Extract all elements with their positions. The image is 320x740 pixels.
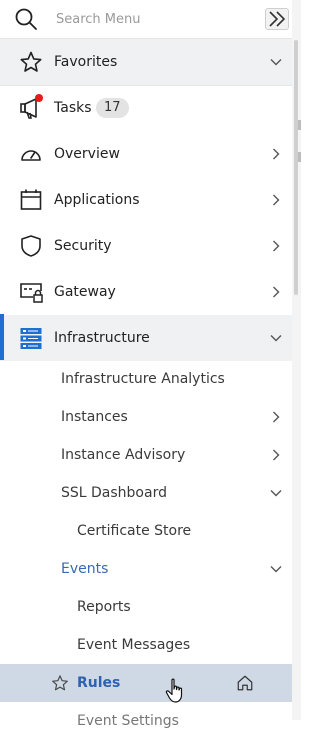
menu-item-overview[interactable]: Overview bbox=[0, 131, 292, 177]
menu-item-label: Gateway bbox=[54, 284, 116, 300]
chevron-right-icon[interactable] bbox=[269, 410, 283, 424]
submenu-item-reports[interactable]: Reports bbox=[0, 588, 292, 626]
menu-item-security[interactable]: Security bbox=[0, 223, 292, 269]
search-icon[interactable] bbox=[14, 7, 38, 31]
double-chevron-right-icon bbox=[269, 11, 286, 27]
submenu-item-event-settings[interactable]: Event Settings bbox=[0, 702, 292, 740]
submenu-item-label: Rules bbox=[77, 675, 121, 691]
scrollbar-thumb[interactable] bbox=[294, 40, 298, 295]
chevron-down-icon[interactable] bbox=[269, 331, 283, 345]
chevron-down-icon[interactable] bbox=[269, 562, 283, 576]
chevron-right-icon[interactable] bbox=[269, 448, 283, 462]
chevron-right-icon[interactable] bbox=[269, 239, 283, 253]
menu-item-label: Applications bbox=[54, 192, 140, 208]
active-indicator bbox=[0, 314, 4, 360]
submenu-item-events[interactable]: Events bbox=[0, 550, 292, 588]
side-menu-panel: Favorites Tasks 17 Overview bbox=[0, 0, 292, 729]
collapse-menu-button[interactable] bbox=[265, 8, 289, 30]
submenu-item-instances[interactable]: Instances bbox=[0, 398, 292, 436]
submenu-item-event-messages[interactable]: Event Messages bbox=[0, 626, 292, 664]
submenu-item-label: Event Messages bbox=[77, 637, 191, 653]
search-input[interactable] bbox=[56, 9, 246, 29]
star-icon bbox=[20, 51, 42, 72]
menu-item-label: Favorites bbox=[54, 54, 118, 70]
chevron-down-icon[interactable] bbox=[269, 55, 283, 69]
submenu-item-label: Certificate Store bbox=[77, 523, 192, 539]
submenu-item-label: Events bbox=[61, 561, 109, 577]
hand-cursor-icon bbox=[165, 678, 183, 703]
background-content bbox=[298, 120, 301, 130]
submenu-item-label: Instance Advisory bbox=[61, 447, 186, 463]
menu-item-label: Infrastructure bbox=[54, 330, 150, 346]
menu-item-label: Overview bbox=[54, 146, 120, 162]
server-stack-icon bbox=[20, 328, 42, 349]
background-content bbox=[298, 152, 301, 162]
menu-item-gateway[interactable]: Gateway bbox=[0, 269, 292, 315]
notification-dot bbox=[35, 94, 43, 102]
submenu-item-rules[interactable]: Rules bbox=[0, 664, 292, 702]
submenu-item-instance-advisory[interactable]: Instance Advisory bbox=[0, 436, 292, 474]
search-bar bbox=[0, 0, 292, 38]
shield-icon bbox=[21, 235, 41, 257]
menu-item-favorites[interactable]: Favorites bbox=[0, 39, 292, 85]
chevron-down-icon[interactable] bbox=[269, 486, 283, 500]
submenu-item-ssl-dashboard[interactable]: SSL Dashboard bbox=[0, 474, 292, 512]
megaphone-icon bbox=[20, 94, 43, 119]
gauge-icon bbox=[21, 150, 41, 161]
menu-item-applications[interactable]: Applications bbox=[0, 177, 292, 223]
menu-item-label: Security bbox=[54, 238, 112, 254]
submenu-item-label: Event Settings bbox=[77, 713, 179, 729]
submenu-item-infrastructure-analytics[interactable]: Infrastructure Analytics bbox=[0, 360, 292, 398]
submenu-item-certificate-store[interactable]: Certificate Store bbox=[0, 512, 292, 550]
calendar-window-icon bbox=[20, 189, 42, 210]
menu-item-label: Tasks bbox=[54, 100, 92, 116]
tasks-count-badge: 17 bbox=[96, 98, 129, 118]
submenu-item-label: Infrastructure Analytics bbox=[61, 371, 225, 387]
menu-item-infrastructure[interactable]: Infrastructure bbox=[0, 315, 292, 361]
submenu-item-label: SSL Dashboard bbox=[61, 485, 167, 501]
chevron-right-icon[interactable] bbox=[269, 285, 283, 299]
home-icon[interactable] bbox=[236, 674, 254, 692]
submenu-item-label: Reports bbox=[77, 599, 131, 615]
chevron-right-icon[interactable] bbox=[269, 193, 283, 207]
submenu-item-label: Instances bbox=[61, 409, 128, 425]
star-icon[interactable] bbox=[51, 674, 69, 692]
gateway-lock-icon bbox=[20, 283, 43, 303]
menu-item-tasks[interactable]: Tasks 17 bbox=[0, 85, 292, 131]
chevron-right-icon[interactable] bbox=[269, 147, 283, 161]
